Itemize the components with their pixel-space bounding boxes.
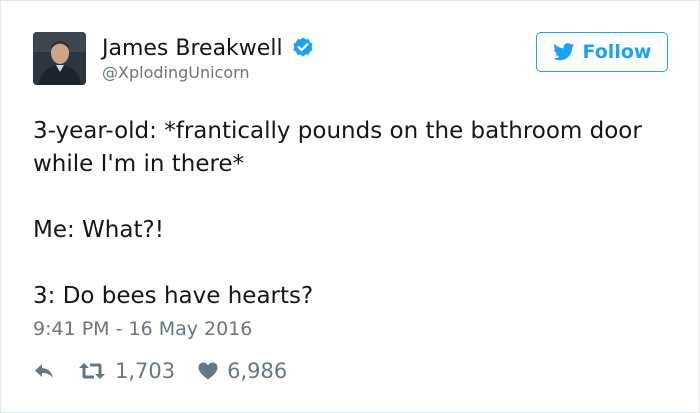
reply-button[interactable] <box>33 362 57 380</box>
author-name[interactable]: James Breakwell <box>102 36 283 61</box>
reply-icon <box>33 362 55 380</box>
retweet-icon <box>78 361 106 381</box>
follow-button-label: Follow <box>582 41 652 63</box>
tweet-timestamp[interactable]: 9:41 PM - 16 May 2016 <box>33 318 252 340</box>
tweet-actions: 1,703 6,986 <box>33 356 287 386</box>
retweet-count: 1,703 <box>115 359 176 383</box>
like-button[interactable]: 6,986 <box>198 359 287 383</box>
avatar[interactable] <box>33 32 86 85</box>
tweet-text: 3-year-old: *frantically pounds on the b… <box>33 115 683 313</box>
twitter-bird-icon <box>552 43 575 61</box>
tweet-line: 3-year-old: *frantically pounds on the b… <box>33 118 642 144</box>
author-name-row: James Breakwell <box>102 33 315 63</box>
follow-button[interactable]: Follow <box>536 32 668 72</box>
author-handle[interactable]: @XplodingUnicorn <box>102 63 250 82</box>
like-count: 6,986 <box>227 359 288 383</box>
tweet-card: James Breakwell @XplodingUnicorn Follow … <box>0 0 700 413</box>
tweet-line: 3: Do bees have hearts? <box>33 283 314 309</box>
retweet-button[interactable]: 1,703 <box>78 359 175 383</box>
tweet-line: while I'm in there* <box>33 151 245 177</box>
heart-icon <box>198 362 218 380</box>
tweet-line: Me: What?! <box>33 217 164 243</box>
verified-badge-icon <box>291 36 315 60</box>
